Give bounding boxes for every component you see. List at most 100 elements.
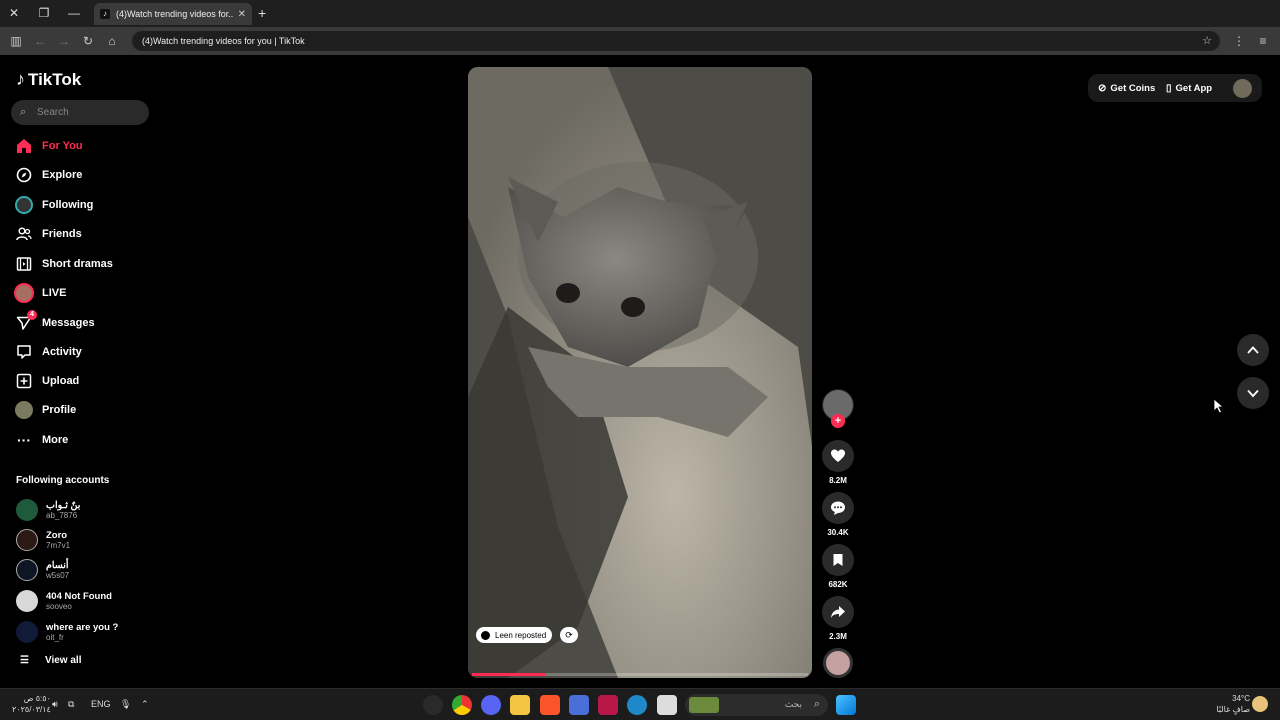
next-video-button[interactable] [1237, 377, 1269, 409]
nav-upload[interactable]: Upload [14, 369, 79, 393]
comment-button[interactable] [822, 492, 854, 524]
like-button[interactable] [822, 440, 854, 472]
bookmark-icon [833, 554, 843, 566]
nav-label: Upload [42, 375, 80, 387]
comment-count: 30.4K [827, 528, 849, 537]
tiktok-logo[interactable]: ♪ TikTok [16, 69, 81, 90]
nav-label: LIVE [42, 287, 67, 299]
nav-friends[interactable]: Friends [14, 222, 82, 246]
taskbar-search[interactable]: بحث ⌕ [685, 694, 828, 716]
address-text: (4)Watch trending videos for you | TikTo… [142, 36, 305, 46]
browser-tab[interactable]: ♪ (4)Watch trending videos for... ✕ [94, 3, 252, 25]
view-all-link[interactable]: ☰ View all [20, 655, 81, 666]
get-app-button[interactable]: ▯ Get App [1166, 74, 1212, 102]
clock[interactable]: ٥:٥٠ ص ٢٠٢٥/٠٣/١٤ [12, 693, 51, 715]
nav-live[interactable]: LIVE [14, 281, 66, 305]
nav-activity[interactable]: Activity [14, 340, 82, 364]
taskbar: ٥:٥٠ ص ٢٠٢٥/٠٣/١٤ 🔊︎ ⧉ ENG 🎙︎ ⌃ بحث ⌕ 34… [0, 688, 1280, 720]
search-placeholder: Search [37, 107, 69, 118]
search-icon: ⌕ [813, 698, 820, 710]
tray-chevron-icon[interactable]: ⌃ [141, 699, 149, 710]
previous-video-button[interactable] [1237, 334, 1269, 366]
film-icon [14, 254, 34, 274]
clock-date: ٢٠٢٥/٠٣/١٤ [12, 705, 51, 714]
browser-app-icon[interactable] [569, 695, 589, 715]
weather-temp: 34°C [1232, 694, 1250, 703]
account-username: sooveo [46, 602, 72, 611]
save-button[interactable] [822, 544, 854, 576]
account-name: 404 Not Found [46, 591, 112, 602]
reload-icon[interactable]: ↻ [79, 32, 97, 50]
nav-profile[interactable]: Profile [14, 398, 76, 422]
nav-following[interactable]: Following [14, 193, 93, 217]
friends-icon [14, 224, 34, 244]
minimize-window-icon[interactable]: — [64, 4, 84, 22]
upload-icon [14, 371, 34, 391]
search-highlight-image [689, 697, 719, 713]
new-tab-icon[interactable]: + [258, 4, 266, 22]
hamburger-menu-icon[interactable]: ≡ [1254, 32, 1272, 50]
follow-plus-icon[interactable]: + [831, 414, 845, 428]
bookmark-star-icon[interactable]: ☆ [1202, 31, 1212, 51]
browser-tab-bar: ✕ ❐ — ♪ (4)Watch trending videos for... … [0, 0, 1280, 27]
nav-messages[interactable]: 4 Messages [14, 310, 95, 335]
clock-time: ٥:٥٠ ص [23, 694, 51, 703]
get-coins-button[interactable]: ⊘ Get Coins [1098, 74, 1155, 102]
video-player[interactable]: Leen reposted ⟳ [468, 67, 812, 678]
language-indicator[interactable]: ENG [91, 699, 111, 709]
close-window-icon[interactable]: ✕ [4, 4, 24, 22]
following-account-item[interactable]: where are you ? oit_fr [16, 620, 118, 644]
repost-avatar [481, 630, 490, 640]
share-button[interactable] [822, 596, 854, 628]
paper-plane-icon: 4 [14, 310, 37, 333]
chrome-icon[interactable] [452, 695, 472, 715]
forward-icon[interactable]: → [55, 32, 73, 50]
volume-icon[interactable]: 🔊︎ [52, 699, 58, 710]
nav-more[interactable]: ··· More [14, 428, 68, 452]
following-account-item[interactable]: أنسام w5s07 [16, 558, 69, 582]
discord-icon[interactable] [481, 695, 501, 715]
chevron-down-icon [1247, 389, 1259, 398]
following-account-item[interactable]: بنٌ ثـواب ab_7876 [16, 498, 80, 522]
pdf-reader-icon[interactable] [598, 695, 618, 715]
menu-dots-icon[interactable]: ⋮ [1230, 32, 1248, 50]
tiktok-note-icon: ♪ [16, 69, 25, 89]
activity-icon [14, 342, 34, 362]
user-avatar[interactable] [1233, 79, 1252, 98]
nav-label: Short dramas [42, 258, 113, 270]
music-disc-icon[interactable] [823, 648, 853, 678]
account-username: oit_fr [46, 633, 64, 642]
address-bar[interactable]: (4)Watch trending videos for you | TikTo… [132, 31, 1220, 51]
account-name: Zoro [46, 530, 68, 541]
tab-close-icon[interactable]: ✕ [238, 9, 246, 20]
nav-short-dramas[interactable]: Short dramas [14, 252, 113, 276]
nav-explore[interactable]: Explore [14, 163, 82, 187]
microphone-icon[interactable]: 🎙︎ [120, 699, 131, 710]
video-progress-bar[interactable] [472, 673, 808, 676]
nav-for-you[interactable]: For You [14, 134, 83, 158]
restore-window-icon[interactable]: ❐ [34, 4, 54, 22]
search-input[interactable]: ⌕ Search [11, 100, 149, 125]
compass-icon [14, 165, 34, 185]
nav-label: Activity [42, 346, 82, 358]
windows-start-icon[interactable] [836, 695, 856, 715]
file-explorer-icon[interactable] [510, 695, 530, 715]
account-name: where are you ? [46, 622, 119, 633]
nav-label: Profile [42, 404, 77, 416]
sidebar-toggle-icon[interactable]: ▥ [7, 32, 25, 50]
taskbar-search-label: بحث [784, 699, 802, 709]
network-icon[interactable]: ⧉ [68, 699, 74, 710]
clock-app-icon[interactable] [423, 695, 443, 715]
heart-icon [831, 449, 845, 462]
following-account-item[interactable]: 404 Not Found sooveo [16, 589, 112, 613]
brave-icon[interactable] [540, 695, 560, 715]
more-icon: ··· [17, 432, 31, 448]
weather-widget[interactable]: 34°C صافٍ غالبًا [1210, 693, 1250, 715]
repost-icon[interactable]: ⟳ [560, 627, 578, 643]
home-page-icon[interactable]: ⌂ [103, 32, 121, 50]
edge-icon[interactable] [627, 695, 647, 715]
repost-badge[interactable]: Leen reposted [476, 627, 553, 643]
back-icon[interactable]: ← [31, 32, 49, 50]
following-account-item[interactable]: Zoro 7m7v1 [16, 528, 70, 552]
task-view-icon[interactable] [657, 695, 677, 715]
